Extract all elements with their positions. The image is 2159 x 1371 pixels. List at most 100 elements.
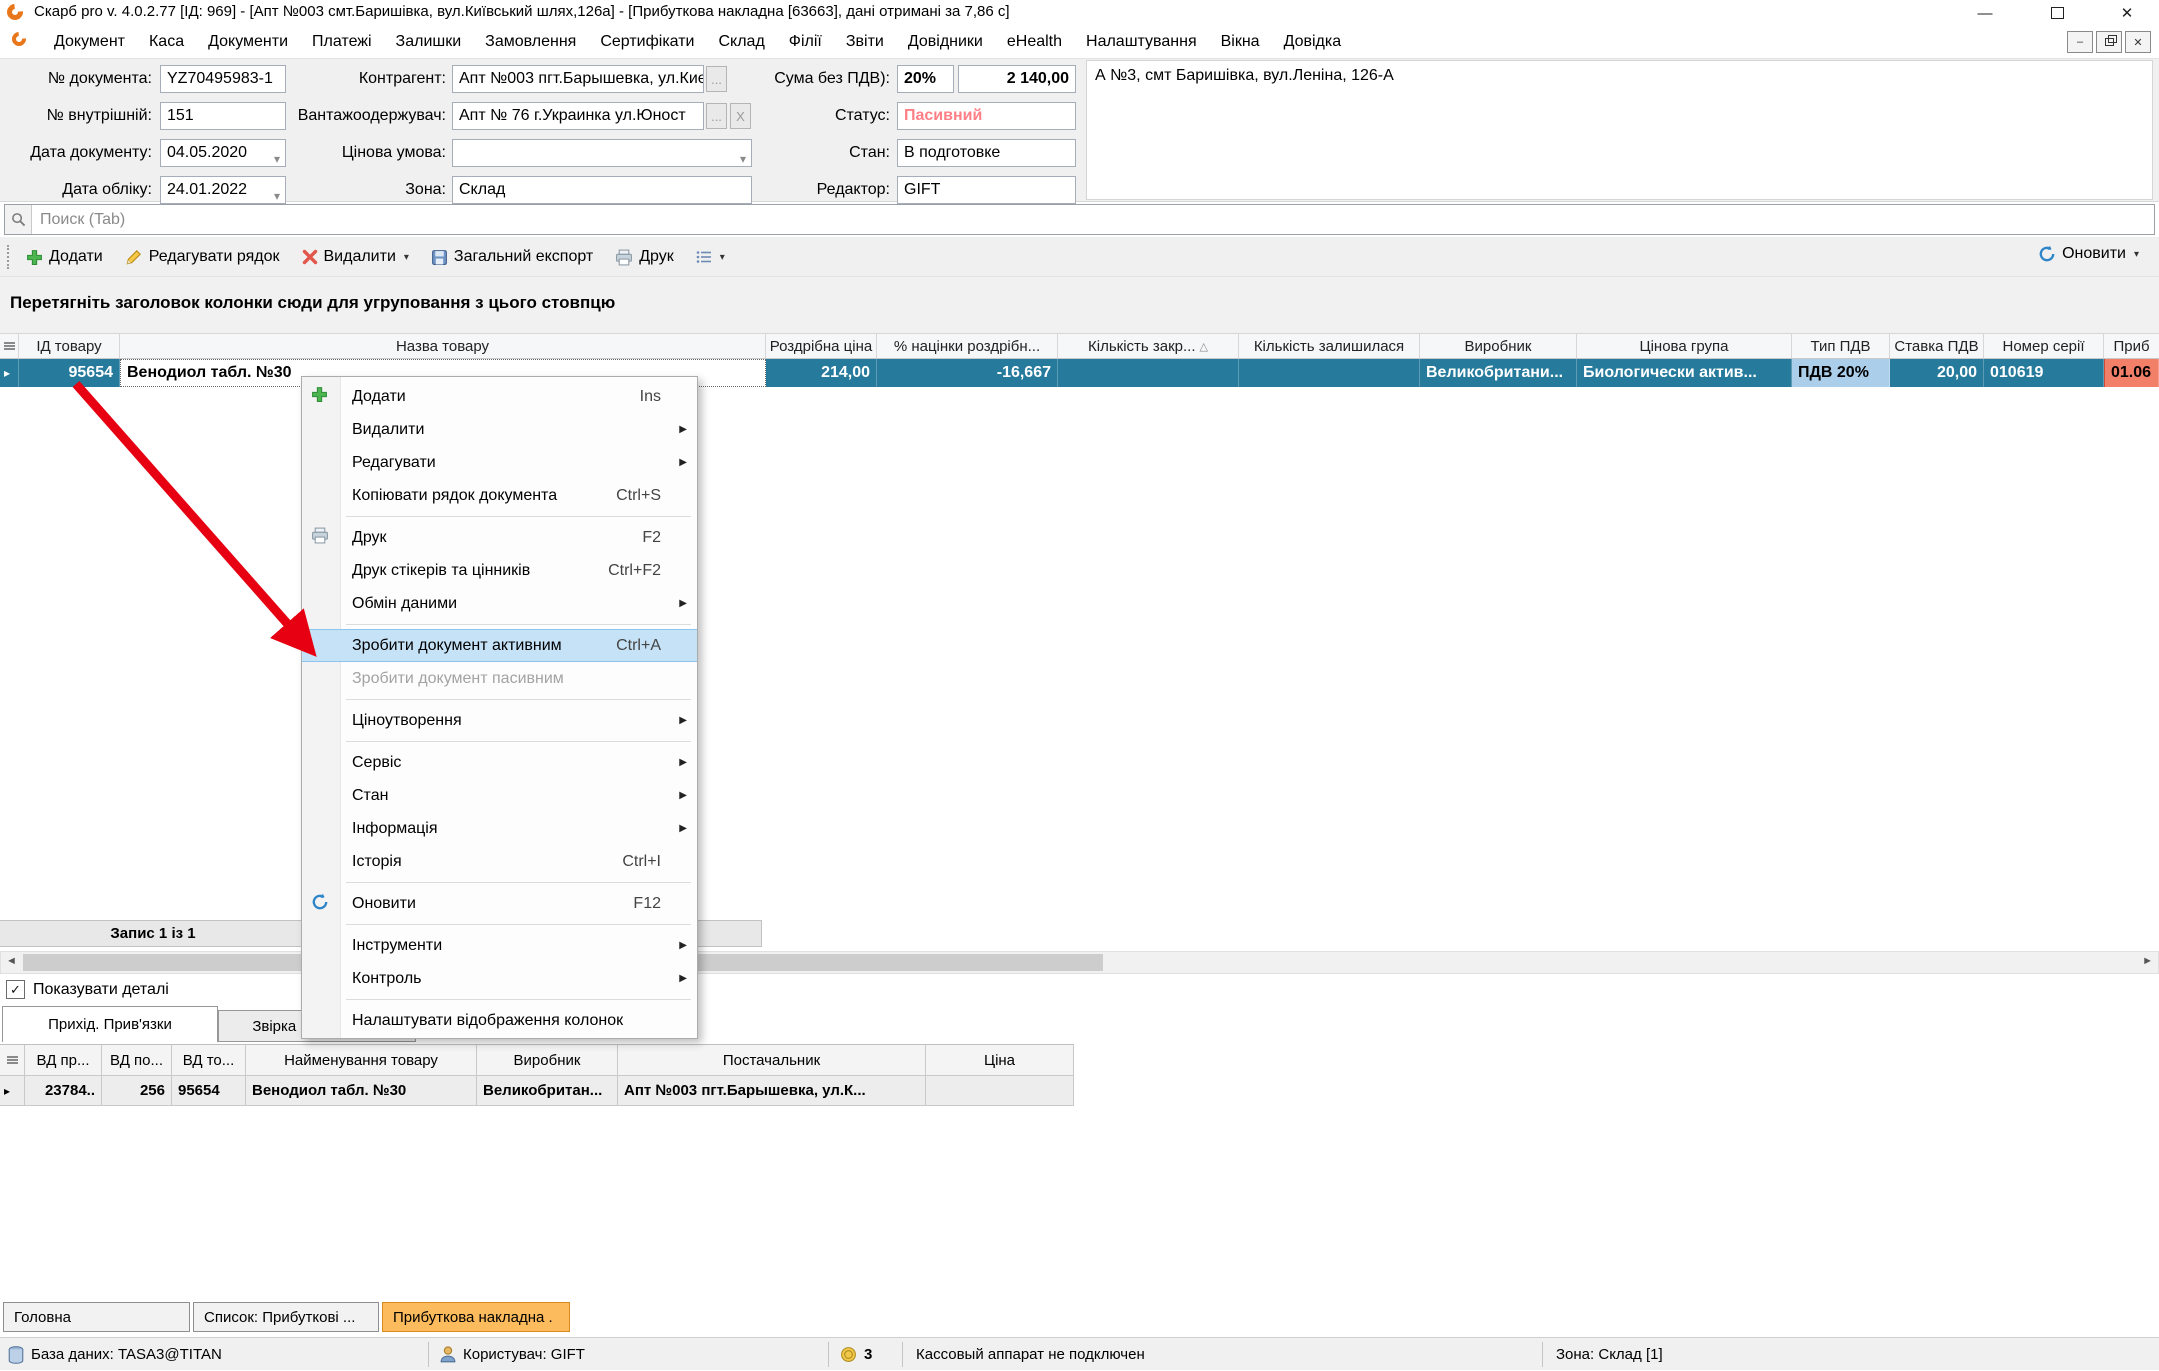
context-menu-item-copy-row[interactable]: Копіювати рядок документа Ctrl+S: [302, 479, 697, 512]
context-menu-item-print[interactable]: Друк F2: [302, 521, 697, 554]
cell-id[interactable]: 95654: [19, 359, 120, 387]
contractor-field[interactable]: Апт №003 пгт.Барышевка, ул.Киев: [452, 65, 704, 93]
cell-markup[interactable]: -16,667: [877, 359, 1058, 387]
menu-dokument[interactable]: Документ: [42, 26, 137, 58]
mdi-tab-holovna[interactable]: Головна: [3, 1302, 190, 1332]
scroll-right-icon[interactable]: ►: [2142, 955, 2153, 967]
detail-column-vd-pr[interactable]: ВД пр...: [25, 1045, 102, 1075]
menu-ehealth[interactable]: eHealth: [995, 26, 1074, 58]
print-button[interactable]: Друк: [607, 244, 682, 270]
column-header-qty-left[interactable]: Кількість залишилася: [1239, 334, 1420, 358]
detail-column-vd-to[interactable]: ВД то...: [172, 1045, 246, 1075]
detail-cell-vd-pr[interactable]: 23784..: [25, 1076, 102, 1105]
cell-vat-type[interactable]: ПДВ 20%: [1792, 359, 1890, 387]
context-menu-item-delete[interactable]: Видалити ▶: [302, 413, 697, 446]
doc-number-field[interactable]: [160, 65, 286, 93]
detail-cell-manufacturer[interactable]: Великобритан...: [477, 1076, 618, 1105]
minimize-button[interactable]: —: [1955, 0, 2015, 26]
mdi-tab-spysok-prybutkovi[interactable]: Список: Прибуткові ...: [193, 1302, 379, 1332]
tab-prihid-privyazky[interactable]: Прихід. Прив'язки: [2, 1006, 218, 1042]
internal-number-field[interactable]: [160, 102, 286, 130]
menu-filii[interactable]: Філії: [777, 26, 834, 58]
group-by-panel[interactable]: Перетягніть заголовок колонки сюди для у…: [0, 277, 2159, 333]
search-icon[interactable]: [5, 205, 32, 234]
detail-grid-corner-icon[interactable]: [0, 1045, 25, 1075]
mdi-close-button[interactable]: ✕: [2125, 31, 2151, 53]
column-header-retail-price[interactable]: Роздрібна ціна: [766, 334, 877, 358]
column-header-series[interactable]: Номер серії: [1984, 334, 2104, 358]
menu-zvity[interactable]: Звіти: [834, 26, 896, 58]
cell-qty-left[interactable]: [1239, 359, 1420, 387]
detail-column-vd-po[interactable]: ВД по...: [102, 1045, 172, 1075]
detail-cell-supplier[interactable]: Апт №003 пгт.Барышевка, ул.К...: [618, 1076, 926, 1105]
menu-platezhi[interactable]: Платежі: [300, 26, 384, 58]
account-date-field[interactable]: 24.01.2022▾: [160, 176, 286, 204]
close-button[interactable]: ✕: [2097, 0, 2157, 26]
cell-vat-rate[interactable]: 20,00: [1890, 359, 1984, 387]
mdi-tab-prybutkova-nakladna[interactable]: Прибуткова накладна .: [382, 1302, 570, 1332]
column-header-name[interactable]: Назва товару: [120, 334, 766, 358]
detail-cell-vd-po[interactable]: 256: [102, 1076, 172, 1105]
show-details-checkbox[interactable]: ✓: [6, 980, 25, 999]
context-menu-item-service[interactable]: Сервіс ▶: [302, 746, 697, 779]
column-header-id[interactable]: ІД товару: [19, 334, 120, 358]
cell-series[interactable]: 010619: [1984, 359, 2104, 387]
mdi-restore-button[interactable]: [2096, 31, 2122, 53]
zone-field[interactable]: Склад: [452, 176, 752, 204]
context-menu-item-data-exchange[interactable]: Обмін даними ▶: [302, 587, 697, 620]
menu-dovidnyky[interactable]: Довідники: [896, 26, 995, 58]
detail-grid-row[interactable]: ▸ 23784.. 256 95654 Венодиол табл. №30 В…: [0, 1076, 1074, 1106]
detail-cell-name[interactable]: Венодиол табл. №30: [246, 1076, 477, 1105]
menu-kasa[interactable]: Каса: [137, 26, 196, 58]
detail-cell-price[interactable]: [926, 1076, 1074, 1105]
context-menu-item-add[interactable]: Додати Ins: [302, 380, 697, 413]
menu-sertyfikaty[interactable]: Сертифікати: [588, 26, 706, 58]
menu-dovidka[interactable]: Довідка: [1272, 26, 1354, 58]
detail-column-price[interactable]: Ціна: [926, 1045, 1074, 1075]
column-header-price-group[interactable]: Цінова група: [1577, 334, 1792, 358]
menu-vikna[interactable]: Вікна: [1209, 26, 1272, 58]
cell-retail-price[interactable]: 214,00: [766, 359, 877, 387]
grid-corner-icon[interactable]: [0, 334, 19, 358]
add-button[interactable]: Додати: [18, 244, 111, 270]
price-condition-field[interactable]: ▾: [452, 139, 752, 167]
column-header-vat-type[interactable]: Тип ПДВ: [1792, 334, 1890, 358]
menu-sklad[interactable]: Склад: [706, 26, 776, 58]
search-input[interactable]: [32, 205, 2154, 234]
refresh-button[interactable]: Оновити▾: [2032, 242, 2145, 266]
detail-cell-vd-to[interactable]: 95654: [172, 1076, 246, 1105]
detail-column-name[interactable]: Найменування товару: [246, 1045, 477, 1075]
context-menu-item-print-stickers[interactable]: Друк стікерів та цінників Ctrl+F2: [302, 554, 697, 587]
column-header-markup[interactable]: % націнки роздрібн...: [877, 334, 1058, 358]
delete-button[interactable]: Видалити▾: [294, 244, 417, 270]
cell-profit[interactable]: 01.06: [2104, 359, 2159, 387]
maximize-button[interactable]: [2027, 0, 2087, 26]
context-menu-item-control[interactable]: Контроль ▶: [302, 962, 697, 995]
context-menu-item-information[interactable]: Інформація ▶: [302, 812, 697, 845]
context-menu-item-make-document-active[interactable]: Зробити документ активним Ctrl+A: [302, 629, 697, 662]
menu-zamovlennia[interactable]: Замовлення: [473, 26, 588, 58]
context-menu-item-tools[interactable]: Інструменти ▶: [302, 929, 697, 962]
detail-column-supplier[interactable]: Постачальник: [618, 1045, 926, 1075]
column-header-vat-rate[interactable]: Ставка ПДВ: [1890, 334, 1984, 358]
column-header-manufacturer[interactable]: Виробник: [1420, 334, 1577, 358]
context-menu-item-configure-columns[interactable]: Налаштувати відображення колонок: [302, 1004, 697, 1037]
cell-qty-closed[interactable]: [1058, 359, 1239, 387]
menu-zalyshky[interactable]: Залишки: [384, 26, 474, 58]
consignee-browse-button[interactable]: ...: [706, 103, 727, 129]
menu-nalashtuvannia[interactable]: Налаштування: [1074, 26, 1209, 58]
doc-date-field[interactable]: 04.05.2020▾: [160, 139, 286, 167]
cell-price-group[interactable]: Биологически актив...: [1577, 359, 1792, 387]
export-button[interactable]: Загальний експорт: [423, 244, 601, 270]
chevron-down-icon[interactable]: ▾: [274, 146, 280, 167]
consignee-field[interactable]: Апт № 76 г.Украинка ул.Юност: [452, 102, 704, 130]
context-menu-item-pricing[interactable]: Ціноутворення ▶: [302, 704, 697, 737]
edit-row-button[interactable]: Редагувати рядок: [117, 244, 288, 270]
contractor-browse-button[interactable]: ...: [706, 66, 727, 92]
context-menu-item-history[interactable]: Історія Ctrl+I: [302, 845, 697, 878]
context-menu-item-refresh[interactable]: Оновити F12: [302, 887, 697, 920]
chevron-down-icon[interactable]: ▾: [274, 183, 280, 204]
view-options-button[interactable]: ▾: [688, 246, 733, 268]
context-menu-item-state[interactable]: Стан ▶: [302, 779, 697, 812]
column-header-profit[interactable]: Приб: [2104, 334, 2159, 358]
